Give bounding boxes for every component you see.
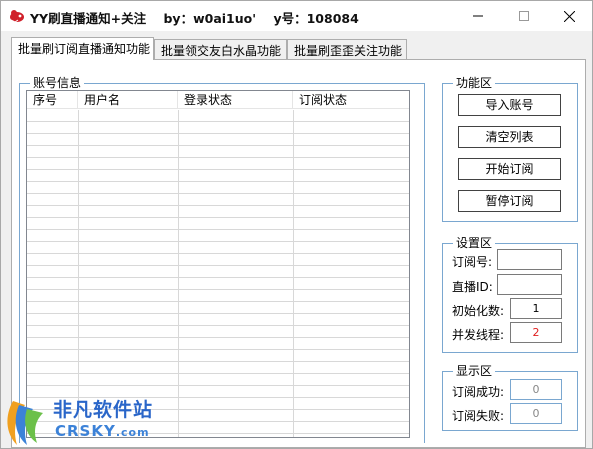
- list-row: [27, 362, 409, 374]
- list-row: [27, 122, 409, 134]
- fail-count-field: 0: [510, 403, 562, 424]
- tab-follow[interactable]: 批量刷歪歪关注功能: [287, 39, 407, 59]
- display-group-label: 显示区: [453, 364, 496, 378]
- init-count-input[interactable]: 1: [510, 298, 562, 319]
- list-row: [27, 338, 409, 350]
- maximize-icon: [519, 11, 529, 21]
- list-row: [27, 278, 409, 290]
- watermark-logo-icon: [7, 401, 43, 445]
- maximize-button[interactable]: [501, 1, 547, 31]
- success-count-label: 订阅成功:: [452, 385, 505, 399]
- subscribe-id-input[interactable]: [497, 249, 562, 270]
- watermark-en-suffix: .com: [115, 426, 150, 439]
- list-row: [27, 254, 409, 266]
- list-row: [27, 266, 409, 278]
- account-list-body: [27, 110, 409, 437]
- column-index[interactable]: 序号: [27, 91, 78, 109]
- live-id-input[interactable]: [497, 274, 562, 295]
- column-divider: [78, 110, 79, 437]
- success-count-field: 0: [510, 379, 562, 400]
- minimize-button[interactable]: [455, 1, 501, 31]
- thread-count-label: 并发线程:: [452, 328, 505, 342]
- app-logo-icon: [10, 10, 24, 23]
- list-row: [27, 146, 409, 158]
- list-row: [27, 182, 409, 194]
- list-row: [27, 290, 409, 302]
- list-row: [27, 110, 409, 122]
- list-row: [27, 326, 409, 338]
- list-row: [27, 230, 409, 242]
- account-list[interactable]: 序号 用户名 登录状态 订阅状态: [26, 90, 410, 438]
- subscribe-id-label: 订阅号:: [452, 255, 493, 269]
- list-row: [27, 350, 409, 362]
- list-row: [27, 218, 409, 230]
- watermark-en-text: CRSKY.com: [55, 422, 150, 440]
- init-count-label: 初始化数:: [452, 304, 505, 318]
- column-username[interactable]: 用户名: [78, 91, 178, 109]
- column-login-status[interactable]: 登录状态: [178, 91, 293, 109]
- account-list-header: 序号 用户名 登录状态 订阅状态: [27, 91, 409, 109]
- watermark-en-main: CRSKY: [55, 422, 116, 440]
- column-subscribe-status[interactable]: 订阅状态: [293, 91, 409, 109]
- start-subscribe-button[interactable]: 开始订阅: [458, 158, 561, 180]
- list-row: [27, 314, 409, 326]
- pause-subscribe-button[interactable]: 暂停订阅: [458, 190, 561, 212]
- list-row: [27, 242, 409, 254]
- list-row: [27, 134, 409, 146]
- account-info-label: 账号信息: [30, 76, 85, 90]
- tab-subscribe-live-notice[interactable]: 批量刷订阅直播通知功能: [11, 37, 154, 60]
- function-group-label: 功能区: [453, 76, 496, 90]
- settings-group-label: 设置区: [453, 236, 496, 250]
- app-window: YY刷直播通知+关注 by：w0ai1uo' y号：108084 批量刷订阅直播…: [0, 0, 593, 449]
- import-accounts-button[interactable]: 导入账号: [458, 94, 561, 116]
- window-title: YY刷直播通知+关注 by：w0ai1uo' y号：108084: [30, 11, 359, 26]
- list-row: [27, 158, 409, 170]
- column-divider: [178, 110, 179, 437]
- close-button[interactable]: [546, 1, 592, 31]
- live-id-label: 直播ID:: [452, 280, 493, 294]
- list-row: [27, 302, 409, 314]
- list-row: [27, 170, 409, 182]
- close-icon: [563, 10, 575, 22]
- tab-friend-crystal[interactable]: 批量领交友白水晶功能: [154, 39, 287, 59]
- list-row: [27, 206, 409, 218]
- fail-count-label: 订阅失败:: [452, 409, 505, 423]
- watermark-cn-text: 非凡软件站: [53, 399, 154, 421]
- list-row: [27, 194, 409, 206]
- column-divider: [293, 110, 294, 437]
- minimize-icon: [473, 15, 483, 17]
- title-bar[interactable]: YY刷直播通知+关注 by：w0ai1uo' y号：108084: [1, 1, 592, 31]
- list-row: [27, 374, 409, 386]
- site-watermark: 非凡软件站 CRSKY.com: [3, 395, 173, 449]
- thread-count-input[interactable]: 2: [510, 322, 562, 343]
- clear-list-button[interactable]: 清空列表: [458, 126, 561, 148]
